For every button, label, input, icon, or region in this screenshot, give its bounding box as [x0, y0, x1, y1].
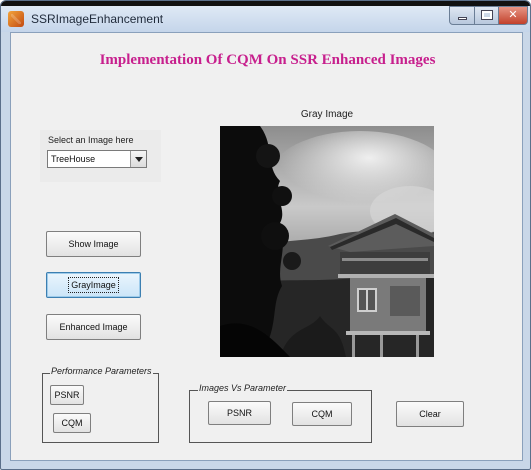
window-title: SSRImageEnhancement [31, 12, 164, 26]
page-title: Implementation Of CQM On SSR Enhanced Im… [99, 52, 436, 68]
image-select-label: Select an Image here [48, 135, 134, 145]
perf-cqm-label: CQM [61, 418, 83, 428]
clear-label: Clear [419, 409, 441, 419]
perf-cqm-button[interactable]: CQM [53, 413, 91, 433]
close-button[interactable]: ✕ [498, 6, 528, 25]
maximize-icon [480, 10, 493, 20]
perf-psnr-label: PSNR [54, 390, 80, 400]
chevron-down-icon[interactable] [130, 151, 146, 167]
figure-client-area: Implementation Of CQM On SSR Enhanced Im… [10, 32, 523, 461]
minimize-icon [457, 17, 467, 20]
show-image-label: Show Image [68, 239, 119, 249]
enhanced-image-button[interactable]: Enhanced Image [46, 314, 141, 340]
minimize-button[interactable] [449, 6, 475, 25]
images-vs-parameter-title: Images Vs Parameter [198, 383, 288, 393]
gray-image-button[interactable]: GrayImage [46, 272, 141, 298]
gray-image-display [220, 126, 434, 357]
image-select-panel: Select an Image here TreeHouse [40, 130, 161, 182]
performance-parameters-title: Performance Parameters [50, 366, 153, 376]
images-psnr-button[interactable]: PSNR [208, 401, 271, 425]
images-psnr-label: PSNR [226, 408, 252, 418]
enhanced-image-label: Enhanced Image [59, 322, 128, 332]
perf-psnr-button[interactable]: PSNR [50, 385, 84, 405]
app-window: SSRImageEnhancement ✕ Implementation Of … [0, 0, 531, 470]
gray-image-label: GrayImage [68, 277, 119, 293]
image-caption: Gray Image [300, 109, 354, 120]
images-cqm-label: CQM [311, 409, 333, 419]
image-select-value: TreeHouse [51, 154, 96, 164]
image-select-dropdown[interactable]: TreeHouse [47, 150, 147, 168]
show-image-button[interactable]: Show Image [46, 231, 141, 257]
matlab-figure-icon [8, 11, 24, 27]
treehouse-grayscale-photo [220, 126, 434, 357]
maximize-button[interactable] [474, 6, 499, 25]
images-cqm-button[interactable]: CQM [292, 402, 352, 426]
clear-button[interactable]: Clear [396, 401, 464, 427]
